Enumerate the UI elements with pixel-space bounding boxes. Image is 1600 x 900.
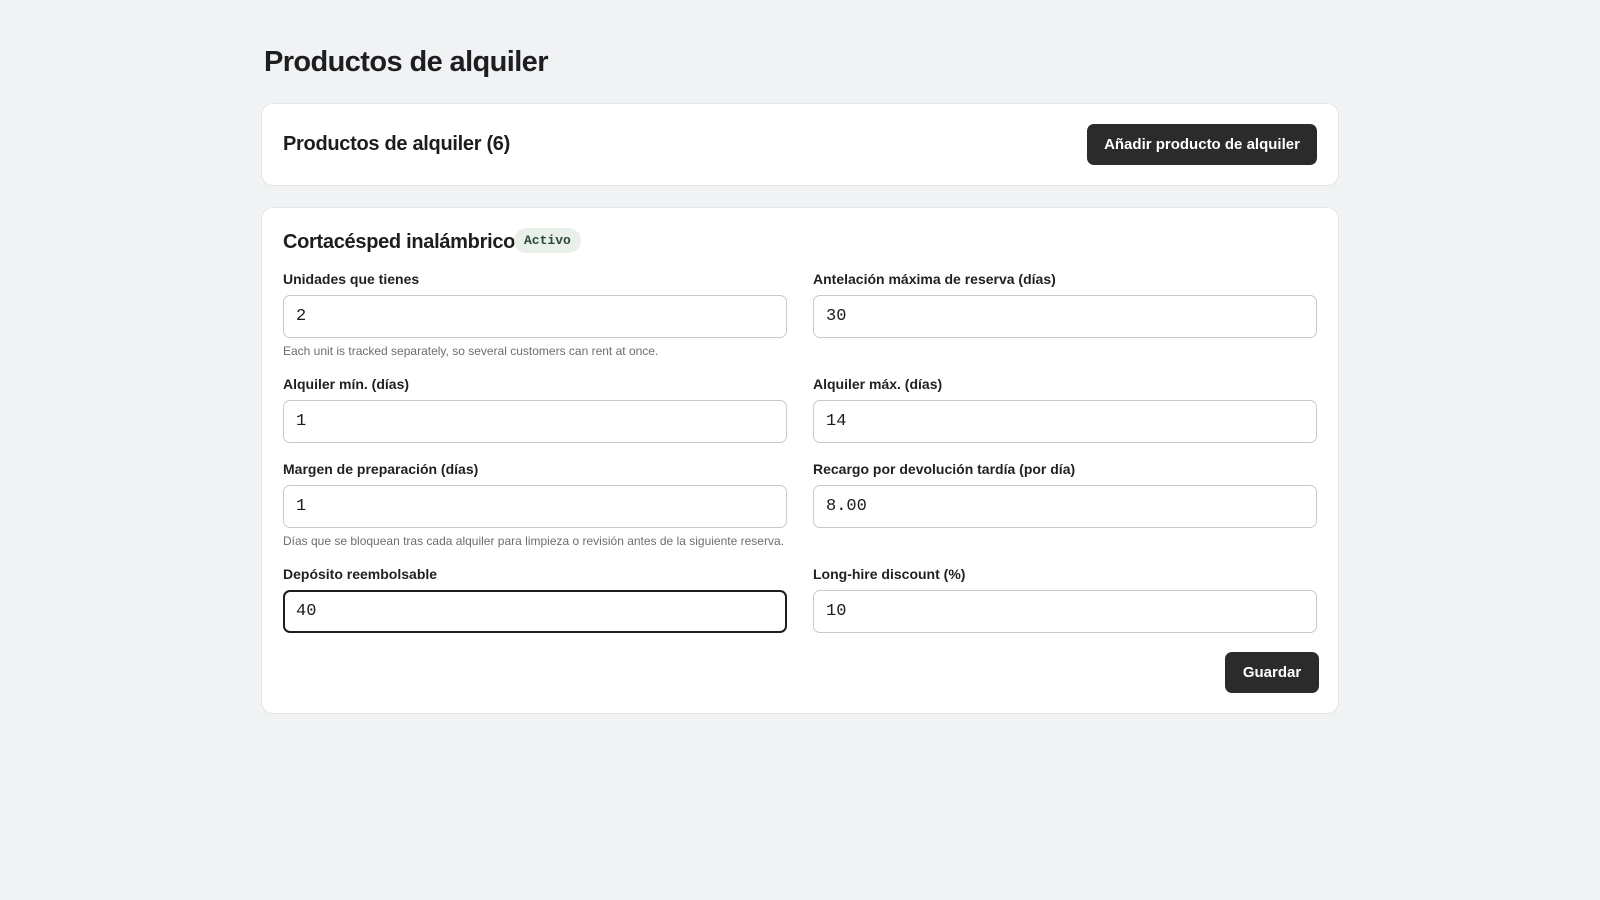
products-count-card: Productos de alquiler (6) Añadir product…: [261, 103, 1339, 186]
products-count-title: Productos de alquiler (6): [283, 133, 510, 155]
units-field: Unidades que tienes Each unit is tracked…: [283, 271, 787, 358]
min-rental-label: Alquiler mín. (días): [283, 376, 410, 392]
prep-margin-help-text: Días que se bloquean tras cada alquiler …: [283, 534, 784, 548]
long-hire-discount-input[interactable]: [813, 590, 1317, 633]
prep-margin-input[interactable]: [283, 485, 787, 528]
deposit-label: Depósito reembolsable: [283, 566, 438, 582]
product-name: Cortacésped inalámbrico: [283, 231, 516, 253]
page-title: Productos de alquiler: [264, 46, 549, 78]
units-input[interactable]: [283, 295, 787, 338]
max-rental-label: Alquiler máx. (días): [813, 376, 943, 392]
max-advance-label: Antelación máxima de reserva (días): [813, 271, 1056, 287]
late-fee-field: Recargo por devolución tardía (por día): [813, 461, 1317, 528]
long-hire-discount-label: Long-hire discount (%): [813, 566, 966, 582]
prep-margin-field: Margen de preparación (días) Días que se…: [283, 461, 787, 548]
prep-margin-label: Margen de preparación (días): [283, 461, 479, 477]
max-advance-input[interactable]: [813, 295, 1317, 338]
late-fee-input[interactable]: [813, 485, 1317, 528]
late-fee-label: Recargo por devolución tardía (por día): [813, 461, 1076, 477]
status-badge: Activo: [514, 228, 581, 253]
min-rental-field: Alquiler mín. (días): [283, 376, 787, 443]
rental-product-form-card: Cortacésped inalámbrico Activo Unidades …: [261, 207, 1339, 714]
save-button[interactable]: Guardar: [1225, 652, 1319, 693]
deposit-field: Depósito reembolsable: [283, 566, 787, 633]
max-rental-field: Alquiler máx. (días): [813, 376, 1317, 443]
max-rental-input[interactable]: [813, 400, 1317, 443]
units-label: Unidades que tienes: [283, 271, 420, 287]
min-rental-input[interactable]: [283, 400, 787, 443]
max-advance-field: Antelación máxima de reserva (días): [813, 271, 1317, 338]
add-rental-product-button[interactable]: Añadir producto de alquiler: [1087, 124, 1317, 165]
units-help-text: Each unit is tracked separately, so seve…: [283, 344, 659, 358]
deposit-input[interactable]: [283, 590, 787, 633]
long-hire-discount-field: Long-hire discount (%): [813, 566, 1317, 633]
